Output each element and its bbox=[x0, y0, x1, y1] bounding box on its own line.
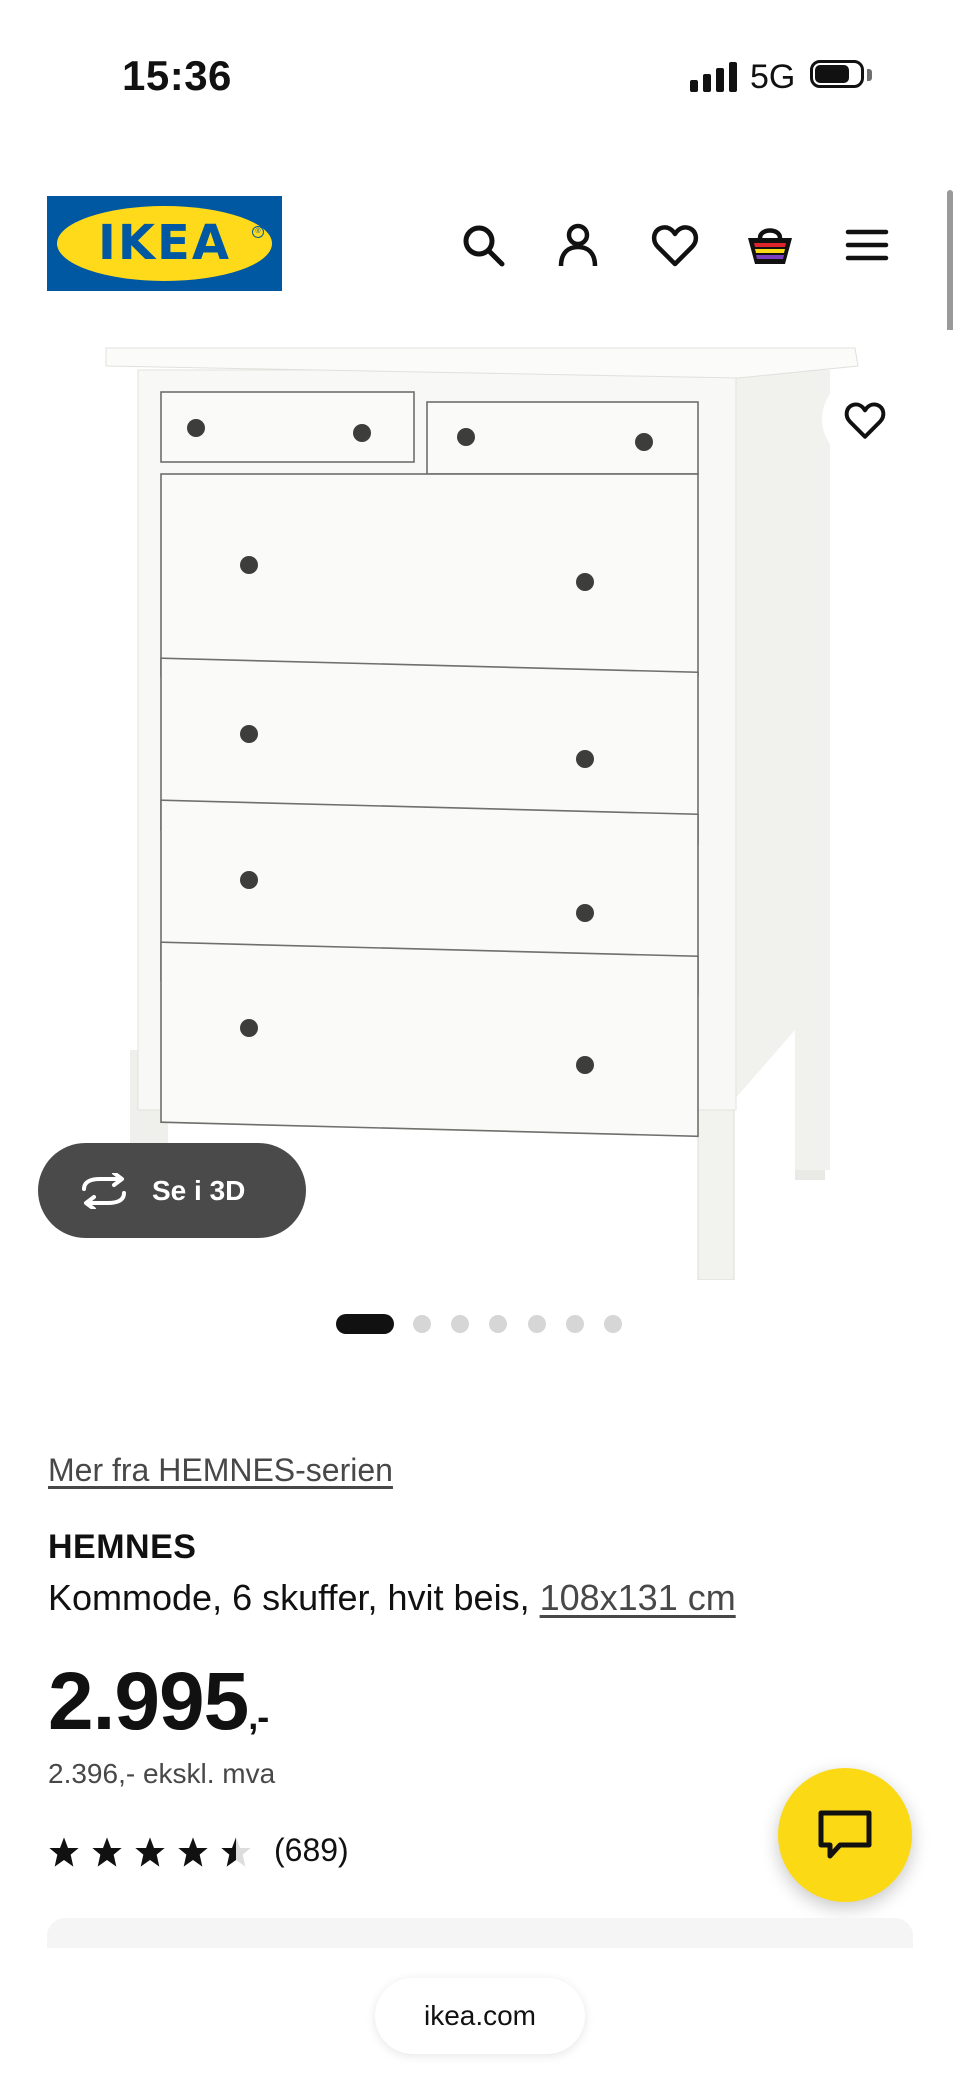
ikea-logo[interactable]: IKEA ® bbox=[47, 196, 282, 291]
search-icon[interactable] bbox=[458, 220, 508, 270]
user-icon[interactable] bbox=[553, 220, 603, 270]
product-image[interactable] bbox=[0, 330, 960, 1281]
carousel-dot[interactable] bbox=[528, 1315, 546, 1333]
registered-mark: ® bbox=[252, 226, 264, 238]
status-time: 15:36 bbox=[122, 52, 232, 99]
price-excl-vat: 2.396,- ekskl. mva bbox=[48, 1758, 276, 1789]
rotate-icon bbox=[82, 1173, 126, 1209]
rating-count: (689) bbox=[274, 1832, 349, 1868]
star-icon bbox=[92, 1837, 122, 1867]
product-name: HEMNES bbox=[48, 1528, 197, 1566]
product-description: Kommode, 6 skuffer, hvit beis, 108x131 c… bbox=[48, 1577, 736, 1619]
star-icon bbox=[178, 1837, 208, 1867]
browser-url-bar[interactable]: ikea.com bbox=[375, 1978, 585, 2054]
carousel-dot[interactable] bbox=[604, 1315, 622, 1333]
product-size-link[interactable]: 108x131 cm bbox=[540, 1577, 736, 1618]
half-star-icon bbox=[221, 1837, 251, 1867]
chat-icon bbox=[818, 1810, 872, 1859]
price-suffix: ,- bbox=[248, 1696, 269, 1737]
site-header: IKEA ® bbox=[0, 170, 960, 310]
carousel-dot[interactable] bbox=[489, 1315, 507, 1333]
price-value: 2.995 bbox=[48, 1656, 249, 1747]
carousel-dot[interactable] bbox=[451, 1315, 469, 1333]
star-icon bbox=[49, 1837, 79, 1867]
basket-icon[interactable] bbox=[745, 220, 795, 270]
next-section-card bbox=[47, 1918, 913, 1948]
rating-stars bbox=[48, 1832, 260, 1872]
heart-icon[interactable] bbox=[650, 220, 700, 270]
carousel-dot[interactable] bbox=[336, 1314, 394, 1334]
heart-icon bbox=[844, 402, 886, 439]
product-description-text: Kommode, 6 skuffer, hvit beis, bbox=[48, 1577, 530, 1618]
chat-button[interactable] bbox=[778, 1768, 912, 1902]
dresser-illustration bbox=[105, 347, 859, 1281]
view-3d-button[interactable]: Se i 3D bbox=[38, 1143, 306, 1238]
carousel-dot[interactable] bbox=[413, 1315, 431, 1333]
signal-icon bbox=[690, 62, 738, 92]
product-price: 2.995,- bbox=[48, 1655, 269, 1749]
series-link[interactable]: Mer fra HEMNES-serien bbox=[48, 1452, 393, 1489]
carousel-dot[interactable] bbox=[566, 1315, 584, 1333]
menu-icon[interactable] bbox=[842, 220, 892, 270]
star-icon bbox=[135, 1837, 165, 1867]
logo-text: IKEA bbox=[98, 215, 231, 271]
add-to-favourites-button[interactable] bbox=[822, 376, 908, 462]
view-3d-label: Se i 3D bbox=[152, 1175, 246, 1206]
battery-icon bbox=[810, 60, 874, 94]
network-label: 5G bbox=[750, 58, 796, 96]
status-bar: 15:36 5G bbox=[0, 0, 960, 140]
